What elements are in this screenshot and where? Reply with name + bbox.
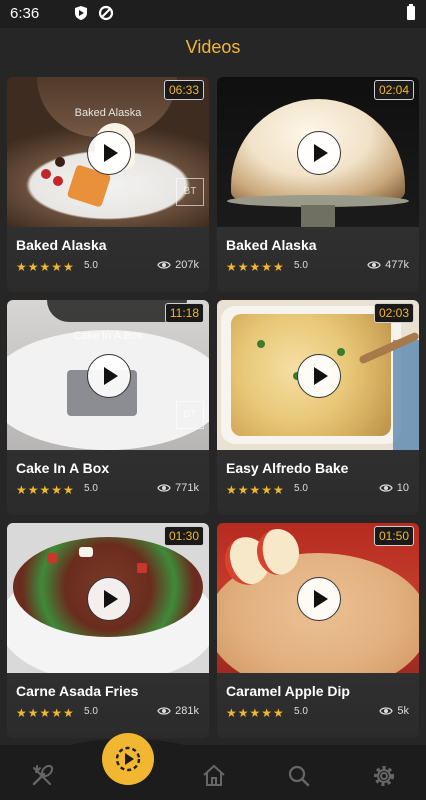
home-icon[interactable] bbox=[200, 762, 228, 790]
play-button[interactable] bbox=[297, 131, 341, 175]
duration-badge: 02:04 bbox=[373, 80, 414, 100]
thumbnail-overlay-text: Baked Alaska bbox=[74, 107, 142, 119]
video-thumbnail[interactable]: 02:03 bbox=[217, 300, 419, 450]
view-count: 771k bbox=[157, 482, 199, 494]
watermark-logo: BT bbox=[176, 178, 204, 206]
view-count-value: 207k bbox=[175, 259, 199, 271]
video-thumbnail[interactable]: Baked Alaska BT 06:33 bbox=[7, 77, 209, 227]
watermark-logo: BT bbox=[176, 401, 204, 429]
view-count: 5k bbox=[379, 705, 409, 717]
battery-icon bbox=[407, 4, 415, 20]
video-thumbnail[interactable]: 01:50 bbox=[217, 523, 419, 673]
eye-icon bbox=[157, 261, 171, 269]
status-bar: 6:36 bbox=[0, 0, 426, 28]
video-title: Easy Alfredo Bake bbox=[226, 460, 349, 476]
shield-icon bbox=[75, 6, 87, 20]
videos-icon[interactable] bbox=[102, 733, 154, 785]
play-button[interactable] bbox=[297, 354, 341, 398]
view-count-value: 281k bbox=[175, 705, 199, 717]
rating-value: 5.0 bbox=[294, 483, 308, 494]
view-count-value: 771k bbox=[175, 482, 199, 494]
video-thumbnail[interactable]: Cake In A Box BT 11:18 bbox=[7, 300, 209, 450]
video-title: Baked Alaska bbox=[16, 237, 107, 253]
video-title: Cake In A Box bbox=[16, 460, 110, 476]
video-card[interactable]: 01:50 Caramel Apple Dip ★★★★★ 5.0 5k bbox=[217, 523, 419, 738]
thumbnail-overlay-text: Cake In A Box bbox=[73, 330, 143, 342]
view-count: 477k bbox=[367, 259, 409, 271]
star-rating-icons: ★★★★★ bbox=[226, 260, 285, 274]
video-card[interactable]: 02:04 Baked Alaska ★★★★★ 5.0 477k bbox=[217, 77, 419, 292]
video-card[interactable]: 01:30 Carne Asada Fries ★★★★★ 5.0 281k bbox=[7, 523, 209, 738]
rating-value: 5.0 bbox=[84, 260, 98, 271]
view-count-value: 477k bbox=[385, 259, 409, 271]
duration-badge: 01:50 bbox=[373, 526, 414, 546]
status-time: 6:36 bbox=[10, 5, 40, 22]
star-rating-icons: ★★★★★ bbox=[226, 483, 285, 497]
play-button[interactable] bbox=[87, 354, 131, 398]
eye-icon bbox=[367, 261, 381, 269]
eye-icon bbox=[379, 707, 394, 715]
star-rating-icons: ★★★★★ bbox=[16, 260, 75, 274]
data-saver-icon bbox=[98, 5, 114, 21]
play-button[interactable] bbox=[87, 577, 131, 621]
eye-icon bbox=[379, 484, 393, 492]
view-count-value: 5k bbox=[397, 705, 409, 717]
duration-badge: 01:30 bbox=[163, 526, 204, 546]
status-icons bbox=[74, 5, 114, 21]
app-header: Videos bbox=[0, 28, 426, 68]
rating-value: 5.0 bbox=[294, 260, 308, 271]
settings-icon[interactable] bbox=[370, 762, 398, 790]
video-title: Caramel Apple Dip bbox=[226, 683, 350, 699]
rating-value: 5.0 bbox=[294, 706, 308, 717]
play-button[interactable] bbox=[297, 577, 341, 621]
view-count: 10 bbox=[379, 482, 409, 494]
view-count-value: 10 bbox=[396, 482, 409, 494]
eye-icon bbox=[157, 484, 171, 492]
video-thumbnail[interactable]: 01:30 bbox=[7, 523, 209, 673]
view-count: 207k bbox=[157, 259, 199, 271]
page-title: Videos bbox=[185, 37, 241, 57]
duration-badge: 06:33 bbox=[163, 80, 204, 100]
rating-value: 5.0 bbox=[84, 706, 98, 717]
video-title: Baked Alaska bbox=[226, 237, 317, 253]
duration-badge: 02:03 bbox=[373, 303, 414, 323]
star-rating-icons: ★★★★★ bbox=[226, 706, 285, 720]
video-thumbnail[interactable]: 02:04 bbox=[217, 77, 419, 227]
search-icon[interactable] bbox=[285, 762, 313, 790]
star-rating-icons: ★★★★★ bbox=[16, 483, 75, 497]
star-rating-icons: ★★★★★ bbox=[16, 706, 75, 720]
video-card[interactable]: Cake In A Box BT 11:18 Cake In A Box ★★★… bbox=[7, 300, 209, 515]
video-card[interactable]: 02:03 Easy Alfredo Bake ★★★★★ 5.0 10 bbox=[217, 300, 419, 515]
eye-icon bbox=[157, 707, 171, 715]
recipes-icon[interactable] bbox=[28, 762, 56, 790]
video-card[interactable]: Baked Alaska BT 06:33 Baked Alaska ★★★★★… bbox=[7, 77, 209, 292]
view-count: 281k bbox=[157, 705, 199, 717]
video-title: Carne Asada Fries bbox=[16, 683, 139, 699]
duration-badge: 11:18 bbox=[164, 303, 204, 323]
play-button[interactable] bbox=[87, 131, 131, 175]
rating-value: 5.0 bbox=[84, 483, 98, 494]
